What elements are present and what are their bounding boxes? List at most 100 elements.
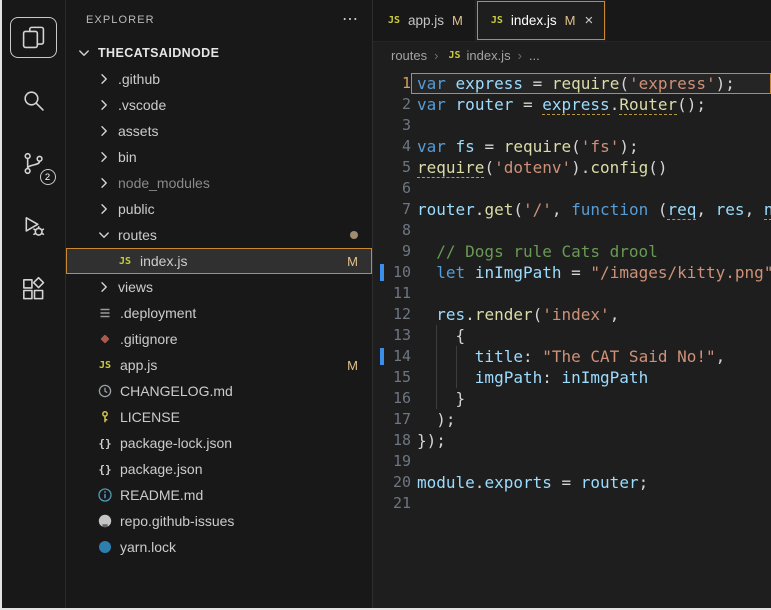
indent-guide bbox=[417, 346, 436, 367]
code-line-content[interactable] bbox=[411, 493, 771, 514]
chevron-separator-icon: › bbox=[434, 47, 439, 63]
tree-item-public[interactable]: public bbox=[66, 196, 372, 222]
code-token: () bbox=[648, 158, 668, 177]
braces-icon: {} bbox=[98, 436, 112, 450]
file-item-gitignore[interactable]: .gitignore bbox=[66, 326, 372, 352]
file-item-app-js[interactable]: JS app.js M bbox=[66, 352, 372, 378]
file-item-license[interactable]: LICENSE bbox=[66, 404, 372, 430]
activity-item-run-debug[interactable] bbox=[2, 195, 66, 258]
tree-item-thecatsaidnode[interactable]: THECATSAIDNODE bbox=[66, 40, 372, 66]
code-line-content[interactable]: require('dotenv').config() bbox=[411, 157, 771, 178]
activity-item-search[interactable] bbox=[2, 69, 66, 132]
code-line-9: 9 // Dogs rule Cats drool bbox=[373, 241, 771, 262]
chevron-right-icon bbox=[101, 282, 107, 292]
code-token: express bbox=[455, 74, 523, 93]
indent-guide bbox=[417, 262, 436, 283]
explorer-sidebar: EXPLORER ⋯ THECATSAIDNODE .github .vscode a… bbox=[66, 0, 373, 608]
tree-item-node-modules[interactable]: node_modules bbox=[66, 170, 372, 196]
code-line-content[interactable]: router.get('/', function (req, res, next… bbox=[411, 199, 771, 220]
line-number: 10 bbox=[392, 263, 411, 281]
icon-box bbox=[10, 269, 57, 310]
file-item-readme-md[interactable]: README.md bbox=[66, 482, 372, 508]
tree-item-label: package.json bbox=[120, 461, 203, 477]
chevron-right-icon bbox=[101, 204, 107, 214]
line-number: 11 bbox=[392, 284, 411, 302]
breadcrumb-item-routes[interactable]: routes bbox=[391, 48, 427, 63]
code-line-content[interactable]: var fs = require('fs'); bbox=[411, 136, 771, 157]
code-token: req bbox=[667, 200, 697, 220]
breadcrumb-label: ... bbox=[528, 47, 540, 63]
breadcrumb-item-[interactable]: ... bbox=[529, 48, 540, 63]
code-line-content[interactable]: ); bbox=[411, 409, 771, 430]
line-number: 18 bbox=[392, 431, 411, 449]
indent-guide bbox=[417, 388, 436, 409]
activity-item-explorer[interactable] bbox=[2, 6, 66, 69]
code-token: . bbox=[474, 200, 485, 219]
file-item-index-js[interactable]: JS index.js M bbox=[66, 248, 372, 274]
code-line-15: 15 imgPath: inImgPath bbox=[373, 367, 771, 388]
close-icon[interactable]: × bbox=[585, 12, 594, 29]
vscode-window: 2 EXPLORER ⋯ THECATSAIDNODE .github .vscod… bbox=[0, 0, 771, 610]
code-line-content[interactable] bbox=[411, 451, 771, 472]
code-line-content[interactable]: imgPath: inImgPath bbox=[411, 367, 771, 388]
code-line-content[interactable]: { bbox=[411, 325, 771, 346]
tree-item-github[interactable]: .github bbox=[66, 66, 372, 92]
code-line-10: 10 let inImgPath = "/images/kitty.png"; bbox=[373, 262, 771, 283]
code-line-content[interactable]: let inImgPath = "/images/kitty.png"; bbox=[411, 262, 771, 283]
code-line-content[interactable] bbox=[411, 178, 771, 199]
line-number: 15 bbox=[392, 368, 411, 386]
tree-item-bin[interactable]: bin bbox=[66, 144, 372, 170]
file-item-package-json[interactable]: {} package.json bbox=[66, 456, 372, 482]
code-token: = bbox=[561, 263, 591, 282]
file-item-package-lock-json[interactable]: {} package-lock.json bbox=[66, 430, 372, 456]
line-number: 6 bbox=[401, 179, 411, 197]
code-line-content[interactable]: var router = express.Router(); bbox=[411, 94, 771, 115]
git-modified-badge: M bbox=[452, 13, 463, 28]
code-line-content[interactable]: var express = require('express'); bbox=[411, 73, 771, 94]
indent-guide bbox=[417, 367, 436, 388]
code-line-content[interactable]: title: "The CAT Said No!", bbox=[411, 346, 771, 367]
tree-item-assets[interactable]: assets bbox=[66, 118, 372, 144]
code-line-content[interactable] bbox=[411, 220, 771, 241]
code-token: (); bbox=[677, 95, 707, 114]
code-line-content[interactable] bbox=[411, 115, 771, 136]
file-item-yarn-lock[interactable]: yarn.lock bbox=[66, 534, 372, 560]
code-line-content[interactable]: } bbox=[411, 388, 771, 409]
chevron-right-icon bbox=[101, 152, 107, 162]
code-token: = bbox=[474, 137, 504, 156]
code-line-content[interactable] bbox=[411, 283, 771, 304]
tree-item-label: THECATSAIDNODE bbox=[98, 46, 220, 60]
chevron-right-icon bbox=[101, 100, 107, 110]
code-token: res bbox=[436, 305, 466, 324]
indent-guide bbox=[436, 388, 455, 409]
code-line-3: 3 bbox=[373, 115, 771, 136]
activity-item-extensions[interactable] bbox=[2, 258, 66, 321]
code-line-content[interactable]: }); bbox=[411, 430, 771, 451]
code-token: : bbox=[522, 347, 543, 366]
tab-app-js[interactable]: JS app.js M bbox=[373, 0, 476, 41]
code-token: , bbox=[744, 200, 764, 219]
tab-index-js[interactable]: JS index.js M × bbox=[475, 0, 607, 41]
code-line-content[interactable]: // Dogs rule Cats drool bbox=[411, 241, 771, 262]
activity-item-source-control[interactable]: 2 bbox=[2, 132, 66, 195]
file-item-deployment[interactable]: .deployment bbox=[66, 300, 372, 326]
code-line-content[interactable]: module.exports = router; bbox=[411, 472, 771, 493]
code-line-content[interactable]: res.render('index', bbox=[411, 304, 771, 325]
code-line-5: 5 require('dotenv').config() bbox=[373, 157, 771, 178]
tree-item-label: app.js bbox=[120, 357, 158, 373]
search-icon bbox=[24, 91, 44, 111]
file-item-repo-github-issues[interactable]: repo.github-issues bbox=[66, 508, 372, 534]
tree-item-routes[interactable]: routes bbox=[66, 222, 372, 248]
braces-icon: {} bbox=[98, 462, 112, 476]
tree-item-vscode[interactable]: .vscode bbox=[66, 92, 372, 118]
code-line-16: 16 } bbox=[373, 388, 771, 409]
modified-dot-badge bbox=[350, 231, 358, 239]
breadcrumb-item-index-js[interactable]: JS index.js bbox=[445, 47, 510, 63]
file-item-changelog-md[interactable]: CHANGELOG.md bbox=[66, 378, 372, 404]
indent-guide bbox=[436, 346, 455, 367]
more-actions-button[interactable]: ⋯ bbox=[342, 12, 358, 28]
code-line-6: 6 bbox=[373, 178, 771, 199]
tree-item-views[interactable]: views bbox=[66, 274, 372, 300]
modified-line-gutter-marker bbox=[380, 348, 384, 365]
